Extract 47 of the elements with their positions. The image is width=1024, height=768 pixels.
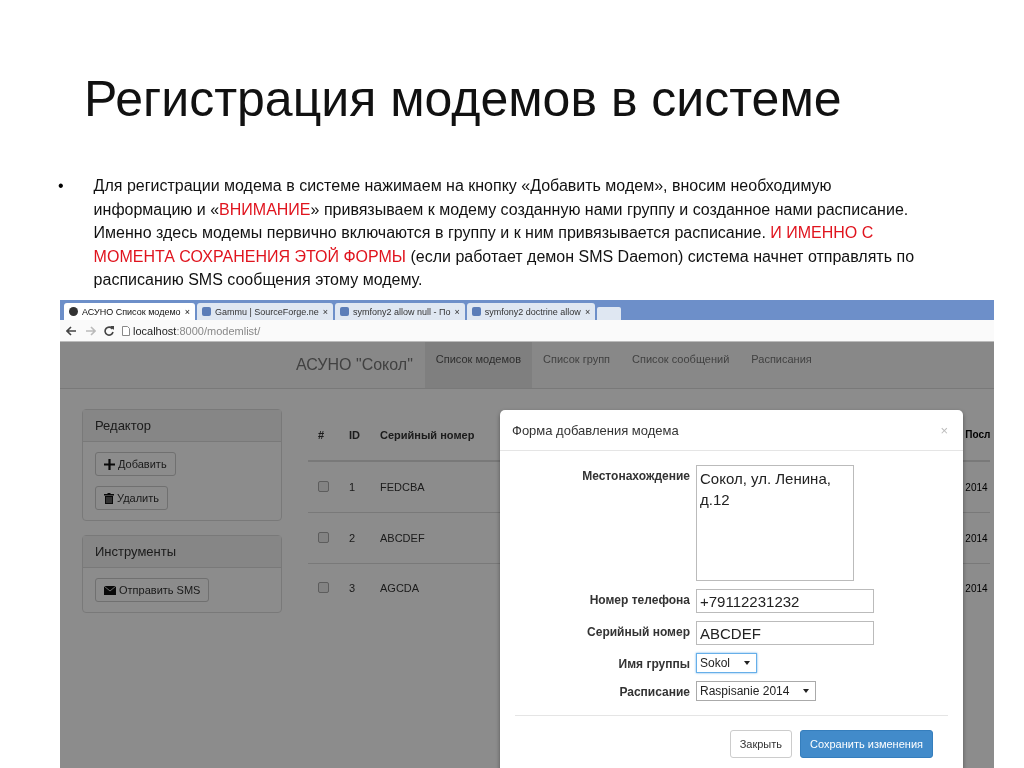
slide-title: Регистрация модемов в системе	[84, 70, 843, 129]
envelope-icon	[104, 585, 116, 595]
browser-tab[interactable]: АСУНО Список модемо ×	[64, 303, 195, 320]
save-button[interactable]: Сохранить изменения	[800, 730, 933, 758]
column-header: #	[308, 409, 339, 462]
table-cell: 3	[339, 563, 370, 613]
table-cell: ABCDEF	[370, 512, 485, 564]
table-cell: FEDCBA	[370, 461, 485, 513]
column-header: Серийный номер	[370, 409, 485, 462]
trash-icon	[104, 492, 114, 504]
row-checkbox[interactable]	[318, 480, 329, 492]
new-tab-button[interactable]	[597, 307, 622, 320]
caret-icon	[744, 661, 751, 665]
field-label: Расписание	[618, 684, 690, 699]
panel-button[interactable]: Добавить	[95, 452, 176, 476]
row-checkbox[interactable]	[318, 581, 329, 593]
row-checkbox[interactable]	[318, 531, 329, 543]
field-label: Серийный номер	[586, 624, 690, 639]
back-icon[interactable]	[66, 325, 77, 336]
input-field[interactable]: +79112231232	[696, 589, 874, 613]
input-field[interactable]: ABCDEF	[696, 621, 874, 645]
field-label: Номер телефона	[588, 592, 690, 607]
plus-icon	[104, 458, 115, 470]
select-dropdown[interactable]: Raspisanie 2014	[696, 681, 817, 701]
panel-heading: Редактор	[83, 410, 281, 442]
panel-button[interactable]: Удалить	[95, 486, 168, 510]
field-label: Имя группы	[617, 656, 690, 671]
table-cell: AGCDA	[370, 563, 485, 613]
field-label: Местонахождение	[581, 468, 690, 483]
panel-heading: Инструменты	[83, 536, 281, 568]
table-cell: 2	[339, 512, 370, 564]
column-header: ID	[339, 409, 370, 462]
page-icon	[122, 325, 130, 336]
browser-tab[interactable]: Gammu | SourceForge.ne ×	[196, 303, 334, 320]
bullet-paragraph: Для регистрации модема в системе нажимаем на кнопку «Добавить модем», вносим необходимую информацию и «ВНИМАНИЕ» привязываем к модему созданную нами группу и созданное нами расписание. Именно здесь модемы первично включаются в группу и к ним привязывается расписание. И ИМЕННО С МОМЕНТА СОХРАНЕНИЯ ЭТОЙ ФОРМЫ (если работает демон SMS Daemon) система начнет отправлять по расписанию SMS сообщения этому модему.	[93, 176, 916, 290]
close-dialog-button[interactable]: Закрыть	[729, 730, 793, 758]
bullet-marker: •	[58, 176, 64, 196]
browser-tab[interactable]: symfony2 allow null - По ×	[335, 303, 465, 320]
panel-button[interactable]: Отправить SMS	[95, 578, 210, 602]
table-cell: 1	[339, 461, 370, 513]
location-textarea[interactable]: Сокол, ул. Ленина, д.12	[696, 465, 854, 581]
forward-icon[interactable]	[85, 325, 96, 336]
reload-icon[interactable]	[104, 325, 114, 336]
select-dropdown[interactable]: Sokol	[696, 653, 758, 673]
modal-title: Форма добавления модема	[512, 423, 679, 438]
caret-icon	[803, 689, 810, 693]
browser-tab[interactable]: symfony2 doctrine allow ×	[466, 303, 596, 320]
